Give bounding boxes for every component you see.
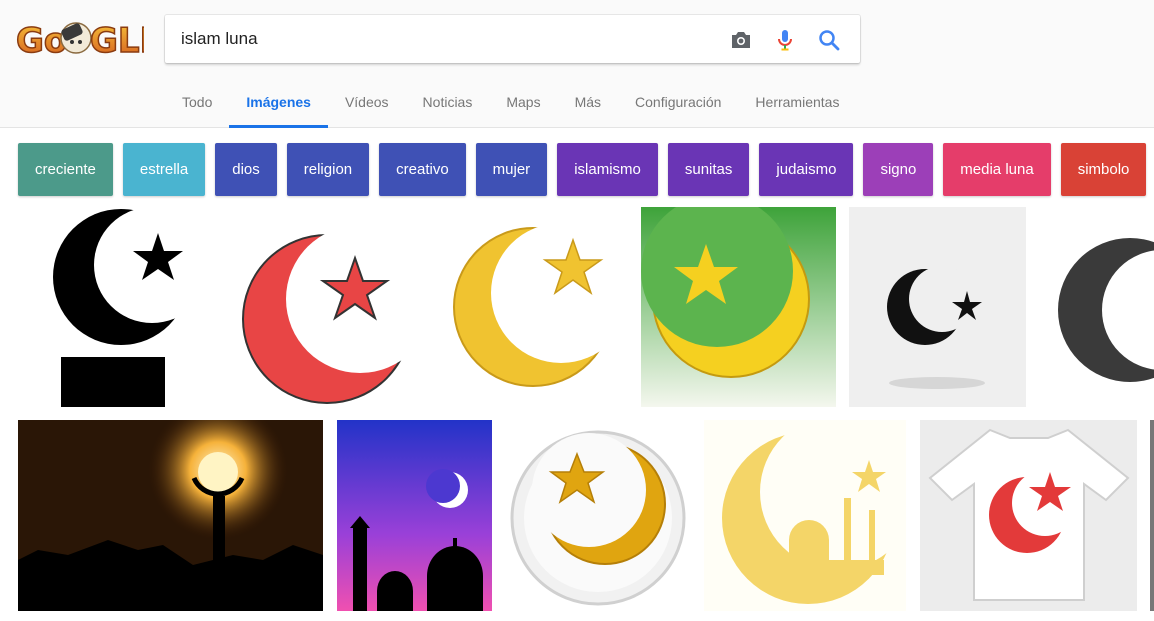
related-search-chip[interactable]: religion [286, 143, 370, 196]
related-search-chip[interactable]: media luna [943, 143, 1051, 196]
related-search-chip[interactable]: dios [215, 143, 277, 196]
image-result[interactable] [849, 207, 1026, 407]
search-icon[interactable] [816, 27, 842, 53]
image-result[interactable] [18, 207, 218, 407]
header: Go GLE Todo Imágenes Vídeos Noticias Map… [0, 0, 1154, 128]
image-result[interactable] [641, 207, 836, 407]
tab-imagenes[interactable]: Imágenes [229, 80, 328, 128]
tab-todo[interactable]: Todo [165, 80, 229, 128]
tab-herramientas[interactable]: Herramientas [738, 80, 856, 128]
image-result[interactable] [440, 207, 628, 407]
search-tabs: Todo Imágenes Vídeos Noticias Maps Más C… [165, 80, 856, 128]
related-search-chip[interactable]: creciente [18, 143, 113, 196]
related-search-chips: creciente estrella dios religion creativo muj… [18, 143, 1147, 196]
image-result[interactable] [505, 420, 691, 611]
svg-text:GLE: GLE [90, 21, 144, 61]
related-search-chip[interactable]: simbolo [1060, 143, 1147, 196]
search-box [165, 15, 860, 63]
camera-icon[interactable] [728, 27, 754, 53]
image-result[interactable] [1038, 207, 1154, 407]
tab-mas[interactable]: Más [558, 80, 618, 128]
image-result[interactable] [232, 207, 428, 407]
related-search-chip[interactable]: signo [863, 143, 934, 196]
related-search-chip[interactable]: estrella [122, 143, 206, 196]
related-search-chip[interactable]: islamismo [557, 143, 658, 196]
image-result[interactable] [920, 420, 1137, 611]
tab-noticias[interactable]: Noticias [406, 80, 490, 128]
svg-text:Go: Go [16, 21, 67, 61]
tab-videos[interactable]: Vídeos [328, 80, 406, 128]
image-result[interactable] [1150, 420, 1154, 611]
search-input[interactable] [181, 15, 721, 63]
microphone-icon[interactable] [772, 27, 798, 53]
image-result[interactable] [704, 420, 906, 611]
related-search-chip[interactable]: sunitas [667, 143, 750, 196]
tab-maps[interactable]: Maps [489, 80, 557, 128]
related-search-chip[interactable]: creativo [379, 143, 466, 196]
related-search-chip[interactable]: judaismo [759, 143, 854, 196]
image-result[interactable] [18, 420, 323, 611]
tab-configuracion[interactable]: Configuración [618, 80, 738, 128]
image-result[interactable] [337, 420, 492, 611]
related-search-chip[interactable]: mujer [475, 143, 548, 196]
google-doodle-logo[interactable]: Go GLE [14, 14, 163, 64]
